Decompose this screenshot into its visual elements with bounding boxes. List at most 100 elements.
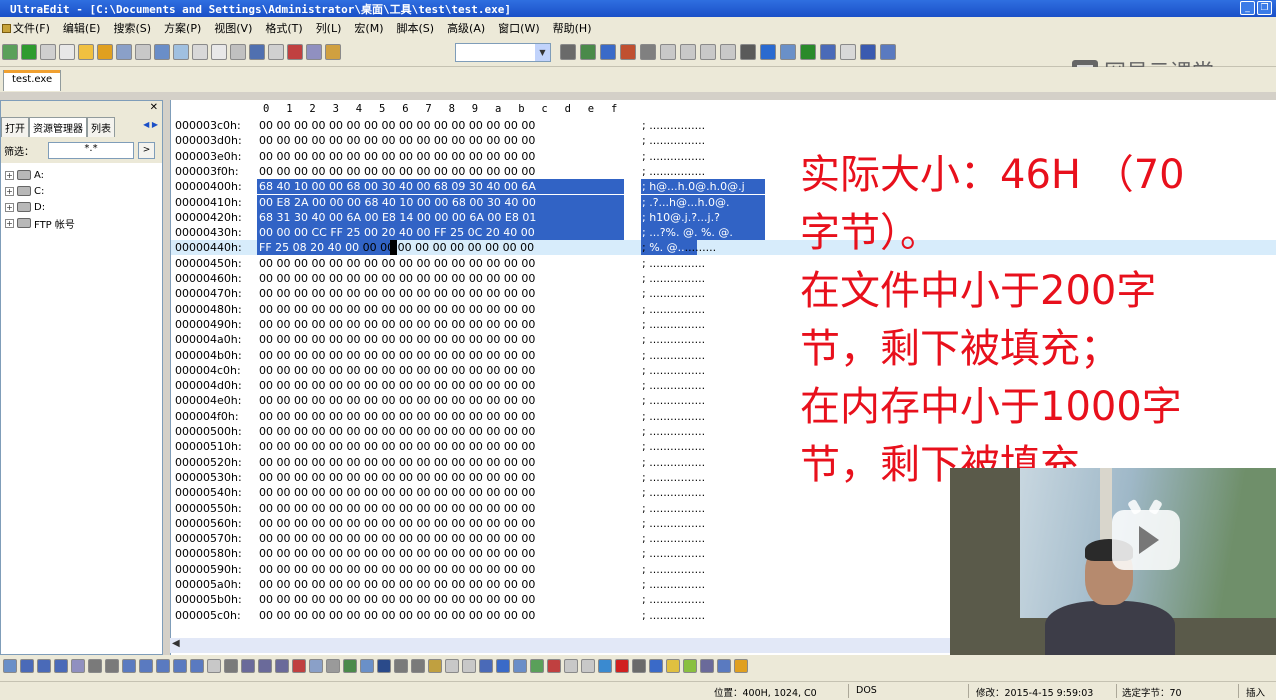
toolbar-icon[interactable] [640,44,656,60]
hex-ascii[interactable]: ; ................ [642,150,705,163]
hex-bytes[interactable]: 00 00 00 00 00 00 00 00 00 00 00 00 00 0… [259,593,535,606]
toolbar-icon[interactable] [564,659,578,673]
hex-bytes[interactable]: 00 00 00 00 00 00 00 00 00 00 00 00 00 0… [259,471,535,484]
hex-bytes[interactable]: 00 00 00 00 00 00 00 00 00 00 00 00 00 0… [259,532,535,545]
toolbar-icon[interactable] [740,44,756,60]
hex-ascii[interactable]: ; ................ [642,349,705,362]
toolbar-icon[interactable] [21,44,37,60]
hex-ascii[interactable]: ; ................ [642,303,705,316]
hex-bytes[interactable]: 00 00 00 00 00 00 00 00 00 00 00 00 00 0… [259,517,535,530]
toolbar-icon[interactable] [326,659,340,673]
toolbar-icon[interactable] [173,659,187,673]
tab-explorer[interactable]: 资源管理器 [29,117,87,137]
toolbar-icon[interactable] [343,659,357,673]
toolbar-icon[interactable] [97,44,113,60]
hex-ascii[interactable]: ; ................ [642,272,705,285]
toolbar-icon[interactable] [700,44,716,60]
hex-ascii[interactable]: ; ................ [642,425,705,438]
filter-apply-button[interactable]: > [138,141,155,159]
toolbar-icon[interactable] [700,659,714,673]
toolbar-icon[interactable] [377,659,391,673]
toolbar-icon[interactable] [59,44,75,60]
menu-item[interactable]: 方案(P) [164,20,201,36]
expand-icon[interactable]: + [5,202,14,212]
toolbar-icon[interactable] [860,44,876,60]
hex-ascii[interactable]: ; %. @........... [642,241,716,254]
hex-ascii[interactable]: ; h10@.j.?...j.? [642,211,720,224]
toolbar-icon[interactable] [173,44,189,60]
toolbar-icon[interactable] [275,659,289,673]
menu-item[interactable]: 高级(A) [447,20,485,36]
toolbar-icon[interactable] [78,44,94,60]
tree-item-a[interactable]: + A: [5,167,162,183]
restore-button[interactable]: ❐ [1257,1,1272,15]
tree-item-d[interactable]: + D: [5,199,162,215]
menu-item[interactable]: 宏(M) [354,20,383,36]
hex-bytes[interactable]: 00 00 00 00 00 00 00 00 00 00 00 00 00 0… [259,257,535,270]
tab-open[interactable]: 打开 [1,117,29,137]
toolbar-icon[interactable] [600,44,616,60]
hex-bytes[interactable]: 00 00 00 00 00 00 00 00 00 00 00 00 00 0… [259,134,535,147]
toolbar-icon[interactable] [20,659,34,673]
hex-bytes[interactable]: 00 00 00 00 00 00 00 00 00 00 00 00 00 0… [259,456,535,469]
hex-ascii[interactable]: ; ................ [642,609,705,622]
toolbar-icon[interactable] [462,659,476,673]
toolbar-icon[interactable] [230,44,246,60]
hex-bytes[interactable]: 00 00 00 00 00 00 00 00 00 00 00 00 00 0… [259,609,535,622]
menu-item[interactable]: 脚本(S) [396,20,434,36]
toolbar-icon[interactable] [105,659,119,673]
hex-ascii[interactable]: ; ................ [642,547,705,560]
hex-ascii[interactable]: ; ................ [642,364,705,377]
toolbar-icon[interactable] [309,659,323,673]
menu-item[interactable]: 格式(T) [265,20,302,36]
hex-ascii[interactable]: ; ...?%. @. %. @. [642,226,733,239]
toolbar-icon[interactable] [325,44,341,60]
menu-item[interactable]: 列(L) [316,20,342,36]
hex-ascii[interactable]: ; ................ [642,379,705,392]
hex-bytes[interactable]: 00 00 00 00 00 00 00 00 00 00 00 00 00 0… [259,333,535,346]
filter-input[interactable]: *.* [48,141,134,159]
hex-bytes[interactable]: 00 00 00 00 00 00 00 00 00 00 00 00 00 0… [259,349,535,362]
toolbar-icon[interactable] [880,44,896,60]
toolbar-icon[interactable] [547,659,561,673]
chevron-down-icon[interactable]: ▼ [535,44,550,61]
scroll-left-icon[interactable]: ◀ [172,638,180,649]
hex-bytes[interactable]: 00 00 00 00 00 00 00 00 00 00 00 00 00 0… [259,379,535,392]
hex-ascii[interactable]: ; ................ [642,165,705,178]
hex-ascii[interactable]: ; ................ [642,440,705,453]
toolbar-icon[interactable] [580,44,596,60]
toolbar-icon[interactable] [615,659,629,673]
menu-item[interactable]: 编辑(E) [63,20,101,36]
tree-item-c[interactable]: + C: [5,183,162,199]
hex-bytes[interactable]: 00 00 00 00 00 00 00 00 00 00 00 00 00 0… [259,150,535,163]
hex-bytes[interactable]: FF 25 08 20 40 00 00 00 00 00 00 00 00 0… [259,241,534,254]
hex-bytes[interactable]: 00 00 00 00 00 00 00 00 00 00 00 00 00 0… [259,578,535,591]
tab-list[interactable]: 列表 [87,117,115,137]
hex-ascii[interactable]: ; ................ [642,134,705,147]
toolbar-icon[interactable] [840,44,856,60]
toolbar-icon[interactable] [37,659,51,673]
hex-ascii[interactable]: ; ................ [642,394,705,407]
tree-item-ftp[interactable]: + FTP 帐号 [5,215,162,231]
hex-bytes[interactable]: 68 31 30 40 00 6A 00 E8 14 00 00 00 6A 0… [259,211,536,224]
toolbar-icon[interactable] [411,659,425,673]
toolbar-icon[interactable] [190,659,204,673]
toolbar-icon[interactable] [40,44,56,60]
toolbar-icon[interactable] [306,44,322,60]
toolbar-icon[interactable] [581,659,595,673]
hex-bytes[interactable]: 00 00 00 00 00 00 00 00 00 00 00 00 00 0… [259,563,535,576]
hex-bytes[interactable]: 00 00 00 00 00 00 00 00 00 00 00 00 00 0… [259,364,535,377]
hex-bytes[interactable]: 00 00 00 00 00 00 00 00 00 00 00 00 00 0… [259,394,535,407]
toolbar-icon[interactable] [680,44,696,60]
toolbar-icon[interactable] [156,659,170,673]
hex-ascii[interactable]: ; ................ [642,287,705,300]
close-icon[interactable]: ✕ [150,102,158,113]
toolbar-icon[interactable] [394,659,408,673]
toolbar-icon[interactable] [224,659,238,673]
hex-ascii[interactable]: ; .?...h@...h.0@. [642,196,729,209]
hex-ascii[interactable]: ; ................ [642,532,705,545]
toolbar-icon[interactable] [122,659,136,673]
toolbar-icon[interactable] [116,44,132,60]
toolbar-icon[interactable] [428,659,442,673]
hex-ascii[interactable]: ; ................ [642,456,705,469]
